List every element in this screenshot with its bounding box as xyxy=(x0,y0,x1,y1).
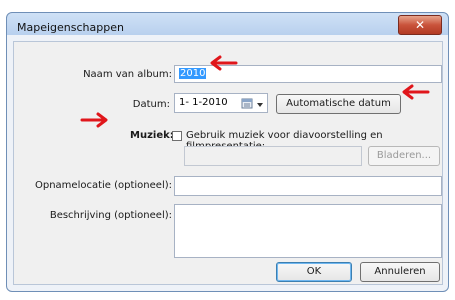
red-arrow-icon xyxy=(398,83,430,101)
page: Mapeigenschappen ✕ Naam van album: 2010 … xyxy=(0,0,455,300)
title-bar: Mapeigenschappen ✕ xyxy=(7,13,448,41)
music-checkbox[interactable] xyxy=(172,131,182,141)
cancel-button[interactable]: Annuleren xyxy=(360,262,440,282)
calendar-icon[interactable] xyxy=(241,97,253,109)
red-arrow-icon xyxy=(80,111,112,129)
red-arrow-icon xyxy=(206,54,238,72)
music-file-input xyxy=(184,146,362,166)
album-name-label: Naam van album: xyxy=(83,69,172,80)
chevron-down-icon[interactable] xyxy=(256,98,264,107)
ok-button[interactable]: OK xyxy=(276,262,352,282)
window-title: Mapeigenschappen xyxy=(17,21,124,34)
browse-button: Bladeren... xyxy=(368,146,440,166)
date-picker[interactable]: 1- 1-2010 xyxy=(174,93,268,113)
auto-date-button[interactable]: Automatische datum xyxy=(276,94,401,114)
dialog-content: Naam van album: 2010 Datum: 1- 1-2010 Au… xyxy=(13,41,443,285)
close-button[interactable]: ✕ xyxy=(398,15,442,35)
location-label: Opnamelocatie (optioneel): xyxy=(34,180,172,191)
music-label: Muziek: xyxy=(130,130,174,141)
location-input[interactable] xyxy=(174,176,442,196)
date-label: Datum: xyxy=(132,99,170,110)
description-label: Beschrijving (optioneel): xyxy=(49,210,172,221)
description-textarea[interactable] xyxy=(174,204,442,258)
album-name-value: 2010 xyxy=(179,68,207,79)
date-value: 1- 1-2010 xyxy=(179,97,228,108)
